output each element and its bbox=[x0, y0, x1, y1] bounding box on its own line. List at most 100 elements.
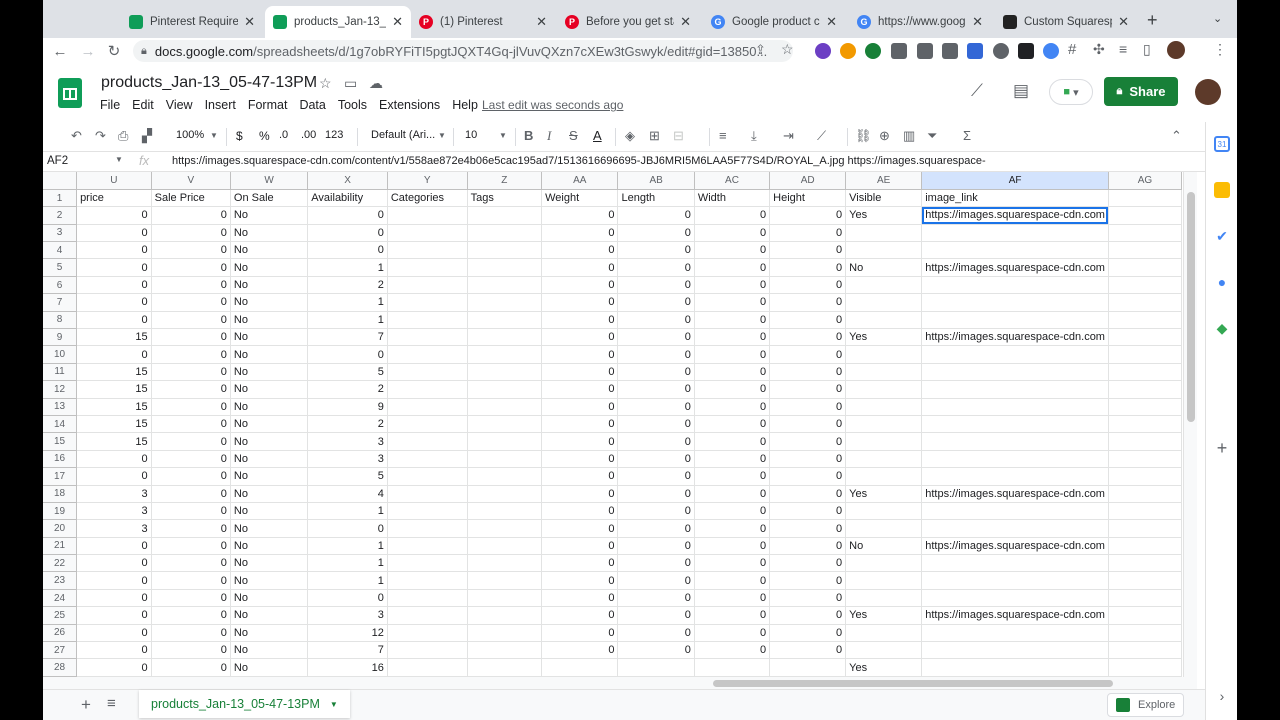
cell[interactable] bbox=[845, 415, 923, 434]
cell[interactable] bbox=[921, 224, 1109, 243]
cell[interactable]: 0 bbox=[769, 398, 847, 416]
cell[interactable] bbox=[387, 519, 468, 538]
cell[interactable] bbox=[1108, 519, 1182, 538]
cell[interactable]: 0 bbox=[541, 641, 619, 660]
cell[interactable]: 0 bbox=[541, 554, 619, 573]
cell[interactable] bbox=[845, 641, 923, 660]
cell[interactable]: 0 bbox=[151, 276, 231, 295]
cell[interactable] bbox=[387, 589, 468, 608]
cell[interactable] bbox=[921, 658, 1109, 677]
cell[interactable]: 0 bbox=[617, 485, 695, 503]
cell[interactable] bbox=[467, 571, 543, 590]
cell[interactable] bbox=[387, 345, 468, 364]
cell[interactable] bbox=[387, 380, 468, 399]
activity-trend-icon[interactable]: ⟋ bbox=[971, 81, 983, 101]
cell[interactable]: 0 bbox=[76, 293, 152, 312]
cell[interactable] bbox=[921, 415, 1109, 434]
cell[interactable]: 0 bbox=[76, 276, 152, 295]
cell[interactable]: 3 bbox=[76, 485, 152, 503]
sheet-tab[interactable]: products_Jan-13_05-47-13PM ▼ bbox=[139, 690, 350, 718]
cell[interactable] bbox=[387, 363, 468, 382]
cell[interactable] bbox=[921, 467, 1109, 486]
cell[interactable]: 0 bbox=[151, 502, 231, 521]
profile-avatar[interactable] bbox=[1167, 41, 1185, 59]
cell[interactable]: 0 bbox=[769, 345, 847, 364]
cell[interactable]: 0 bbox=[694, 554, 771, 573]
cell[interactable]: 0 bbox=[617, 589, 695, 608]
increase-decimal-button[interactable]: .00 bbox=[301, 129, 316, 141]
font-size-select[interactable]: 10 bbox=[465, 129, 477, 141]
sync-icon[interactable] bbox=[993, 43, 1009, 59]
cell[interactable] bbox=[387, 241, 468, 260]
cell[interactable]: 0 bbox=[694, 415, 771, 434]
move-folder-icon[interactable]: ▭ bbox=[344, 75, 357, 92]
camera-icon[interactable] bbox=[917, 43, 933, 59]
cell[interactable]: 0 bbox=[694, 345, 771, 364]
cell[interactable] bbox=[845, 432, 923, 451]
cell[interactable]: 0 bbox=[617, 276, 695, 295]
cell[interactable] bbox=[387, 658, 468, 677]
cell[interactable]: 0 bbox=[307, 345, 388, 364]
cell[interactable]: No bbox=[230, 276, 309, 295]
explore-button[interactable]: Explore bbox=[1107, 693, 1185, 717]
cell[interactable] bbox=[387, 537, 468, 556]
forward-icon[interactable]: → bbox=[75, 38, 101, 64]
cell[interactable] bbox=[387, 606, 468, 625]
cell[interactable] bbox=[845, 519, 923, 538]
cell[interactable] bbox=[387, 502, 468, 521]
cell[interactable]: 1 bbox=[307, 537, 388, 556]
cell[interactable]: 3 bbox=[307, 606, 388, 625]
row-header[interactable]: 18 bbox=[43, 485, 78, 503]
cell[interactable] bbox=[921, 624, 1109, 643]
more-vert-icon[interactable]: ⋮ bbox=[1213, 41, 1227, 58]
close-tab-icon[interactable]: ✕ bbox=[244, 14, 255, 30]
cell[interactable] bbox=[387, 224, 468, 243]
cell[interactable]: No bbox=[230, 345, 309, 364]
header-cell[interactable]: Tags bbox=[467, 189, 543, 208]
cell[interactable]: 2 bbox=[307, 415, 388, 434]
column-header-aa[interactable]: AA bbox=[541, 172, 619, 190]
cell[interactable]: 0 bbox=[307, 519, 388, 538]
cell[interactable]: 0 bbox=[151, 554, 231, 573]
cell[interactable] bbox=[467, 485, 543, 503]
cell[interactable] bbox=[387, 485, 468, 503]
cell[interactable]: 0 bbox=[769, 241, 847, 260]
row-header[interactable]: 19 bbox=[43, 502, 78, 521]
last-edit-link[interactable]: Last edit was seconds ago bbox=[482, 98, 623, 112]
cell[interactable] bbox=[467, 206, 543, 225]
extension-icon[interactable] bbox=[967, 43, 983, 59]
decrease-decimal-button[interactable]: .0 bbox=[279, 129, 288, 141]
cell[interactable]: No bbox=[230, 450, 309, 469]
collapse-toolbar-icon[interactable]: ⌃ bbox=[1171, 128, 1182, 144]
rss-icon[interactable] bbox=[840, 43, 856, 59]
cell[interactable]: 0 bbox=[617, 537, 695, 556]
cell[interactable] bbox=[467, 432, 543, 451]
cell[interactable] bbox=[467, 415, 543, 434]
borders-icon[interactable]: ⊞ bbox=[649, 128, 660, 144]
browser-tab[interactable]: P Before you get start ✕ bbox=[557, 6, 699, 38]
notion-icon[interactable] bbox=[1018, 43, 1034, 59]
cell[interactable]: 0 bbox=[694, 293, 771, 312]
horizontal-align-icon[interactable]: ≡ bbox=[719, 128, 727, 143]
cell[interactable] bbox=[467, 658, 543, 677]
cell[interactable] bbox=[921, 502, 1109, 521]
cell[interactable]: 0 bbox=[541, 502, 619, 521]
cell[interactable]: 0 bbox=[76, 311, 152, 330]
cell[interactable]: 0 bbox=[694, 467, 771, 486]
cell[interactable]: 0 bbox=[151, 206, 231, 225]
address-bar[interactable]: 🔒︎ docs.google.com/spreadsheets/d/1g7obR… bbox=[133, 40, 793, 62]
column-header-ab[interactable]: AB bbox=[617, 172, 695, 190]
cell[interactable] bbox=[1108, 467, 1182, 486]
cell[interactable]: 0 bbox=[617, 519, 695, 538]
cell[interactable] bbox=[1108, 554, 1182, 573]
cell[interactable] bbox=[1108, 380, 1182, 399]
cell[interactable] bbox=[1108, 502, 1182, 521]
cell[interactable]: 0 bbox=[769, 224, 847, 243]
column-header-ac[interactable]: AC bbox=[694, 172, 771, 190]
cell[interactable]: 0 bbox=[151, 606, 231, 625]
cell[interactable]: 0 bbox=[541, 258, 619, 277]
cell[interactable] bbox=[387, 467, 468, 486]
column-header-v[interactable]: V bbox=[151, 172, 231, 190]
cell[interactable]: 0 bbox=[541, 519, 619, 538]
cell[interactable]: 0 bbox=[541, 328, 619, 347]
